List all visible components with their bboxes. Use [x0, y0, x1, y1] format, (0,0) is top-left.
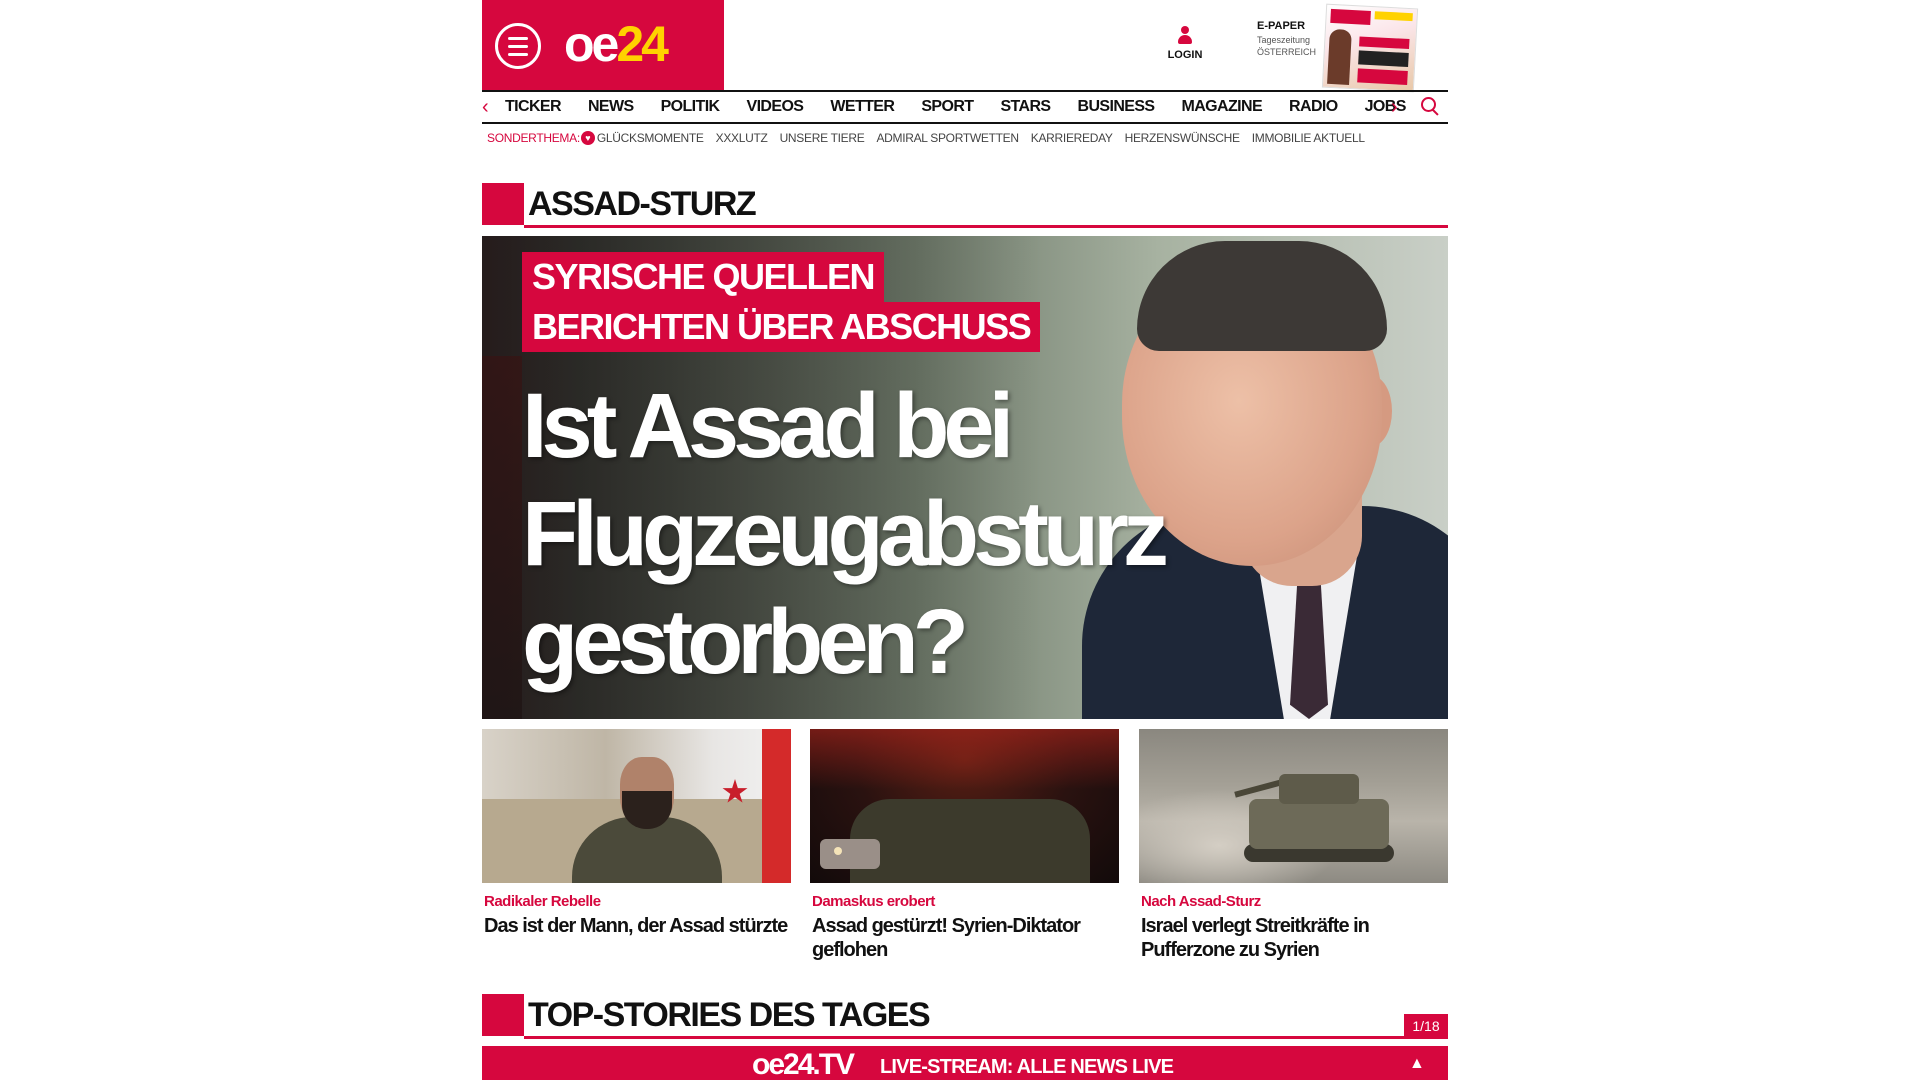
nav-item-magazine[interactable]: MAGAZINE — [1182, 92, 1263, 122]
article-title[interactable]: Das ist der Mann, der Assad stürzte — [484, 914, 791, 938]
article-card[interactable]: Nach Assad-Sturz Israel verlegt Streitkr… — [1139, 729, 1448, 962]
epaper-link[interactable]: E-PAPER Tageszeitung ÖSTERREICH — [1257, 20, 1327, 57]
special-topics-label: SONDERTHEMA: — [487, 131, 580, 145]
nav-item-news[interactable]: NEWS — [588, 92, 634, 122]
article-card[interactable]: Damaskus erobert Assad gestürzt! Syrien-… — [810, 729, 1119, 962]
hero-headline-line: Flugzeugabsturz — [522, 483, 1169, 585]
slider-pager: 1/18 — [1404, 1014, 1448, 1038]
logo-24: 24 — [616, 16, 669, 72]
login-label: LOGIN — [1167, 49, 1203, 61]
hero-headline[interactable]: Ist Assad bei Flugzeugabsturz gestorben? — [522, 372, 1169, 696]
nav-item-radio[interactable]: RADIO — [1289, 92, 1338, 122]
site-container: oe24 LOGIN E-PAPER Tageszeitung ÖSTERREI… — [482, 0, 1448, 1080]
header: oe24 LOGIN E-PAPER Tageszeitung ÖSTERREI… — [482, 0, 1448, 93]
oe24-logo[interactable]: oe24 — [564, 14, 669, 74]
topic-link[interactable]: HERZENSWÜNSCHE — [1125, 131, 1240, 145]
menu-button[interactable] — [495, 23, 541, 69]
section-header-top-stories: TOP-STORIES DES TAGES — [482, 994, 1448, 1040]
article-title[interactable]: Assad gestürzt! Syrien-Diktator geflohen — [812, 914, 1119, 962]
logo-oe: oe — [564, 16, 619, 72]
nav-item-sport[interactable]: SPORT — [921, 92, 974, 122]
special-topics-bar: SONDERTHEMA: ♥ GLÜCKSMOMENTE XXXLUTZ UNS… — [487, 128, 1377, 148]
section-marker — [482, 183, 524, 225]
article-kicker: Damaskus erobert — [812, 893, 935, 910]
nav-item-jobs[interactable]: JOBS — [1365, 92, 1407, 122]
topic-link[interactable]: KARRIEREDAY — [1031, 131, 1113, 145]
login-button[interactable]: LOGIN — [1162, 26, 1208, 61]
topic-link[interactable]: ADMIRAL SPORTWETTEN — [876, 131, 1019, 145]
article-kicker: Nach Assad-Sturz — [1141, 893, 1261, 910]
hero-kicker: SYRISCHE QUELLEN BERICHTEN ÜBER ABSCHUSS — [522, 252, 1041, 352]
article-card[interactable]: Radikaler Rebelle Das ist der Mann, der … — [482, 729, 791, 938]
section-rule — [524, 225, 1448, 228]
search-icon[interactable] — [1421, 97, 1441, 117]
nav-item-stars[interactable]: STARS — [1000, 92, 1051, 122]
article-title[interactable]: Israel verlegt Streitkräfte in Pufferzon… — [1141, 914, 1448, 962]
epaper-title: E-PAPER — [1257, 20, 1306, 32]
hero-headline-line: gestorben? — [522, 591, 969, 693]
user-icon — [1178, 26, 1192, 44]
nav-next-arrow[interactable]: › — [1391, 96, 1398, 118]
section-rule — [524, 1036, 1448, 1039]
main-nav: ‹ TICKER NEWS POLITIK VIDEOS WETTER SPOR… — [482, 90, 1448, 124]
article-kicker: Radikaler Rebelle — [484, 893, 601, 910]
section-title[interactable]: ASSAD-STURZ — [528, 183, 757, 225]
hero-article[interactable]: SYRISCHE QUELLEN BERICHTEN ÜBER ABSCHUSS… — [482, 236, 1448, 719]
topic-link[interactable]: UNSERE TIERE — [780, 131, 865, 145]
section-title[interactable]: TOP-STORIES DES TAGES — [528, 994, 931, 1036]
article-image[interactable] — [1139, 729, 1448, 883]
epaper-country: ÖSTERREICH — [1257, 47, 1317, 57]
epaper-subtitle: Tageszeitung — [1257, 35, 1311, 45]
section-marker — [482, 994, 524, 1036]
nav-item-ticker[interactable]: TICKER — [505, 92, 562, 122]
nav-prev-arrow[interactable]: ‹ — [482, 96, 489, 118]
section-header-assad: ASSAD-STURZ — [482, 183, 1448, 229]
hamburger-icon-bar — [508, 45, 528, 48]
oe24tv-logo: oe24.TV — [752, 1048, 855, 1080]
hero-kicker-line: SYRISCHE QUELLEN — [522, 252, 885, 302]
hamburger-icon-bar — [508, 53, 528, 56]
logo-block: oe24 — [482, 0, 724, 90]
hamburger-icon-bar — [508, 37, 528, 40]
heart-icon: ♥ — [580, 131, 595, 145]
nav-item-wetter[interactable]: WETTER — [830, 92, 895, 122]
expand-up-icon[interactable]: ▲ — [1409, 1054, 1425, 1074]
epaper-cover-thumbnail[interactable] — [1321, 3, 1419, 93]
topic-link[interactable]: IMMOBILIE AKTUELL — [1252, 131, 1365, 145]
topic-link[interactable]: GLÜCKSMOMENTE — [597, 131, 704, 145]
topic-link[interactable]: XXXLUTZ — [716, 131, 768, 145]
hero-kicker-line: BERICHTEN ÜBER ABSCHUSS — [522, 302, 1041, 352]
nav-items: TICKER NEWS POLITIK VIDEOS WETTER SPORT … — [505, 92, 1433, 122]
live-stream-bar[interactable]: oe24.TV LIVE-STREAM: ALLE NEWS LIVE ▲ — [482, 1046, 1448, 1080]
hero-headline-line: Ist Assad bei — [522, 375, 1014, 477]
article-image[interactable] — [482, 729, 791, 883]
nav-item-videos[interactable]: VIDEOS — [747, 92, 804, 122]
article-image[interactable] — [810, 729, 1119, 883]
live-stream-text: LIVE-STREAM: ALLE NEWS LIVE — [880, 1056, 1174, 1078]
nav-item-business[interactable]: BUSINESS — [1078, 92, 1156, 122]
nav-item-politik[interactable]: POLITIK — [661, 92, 721, 122]
